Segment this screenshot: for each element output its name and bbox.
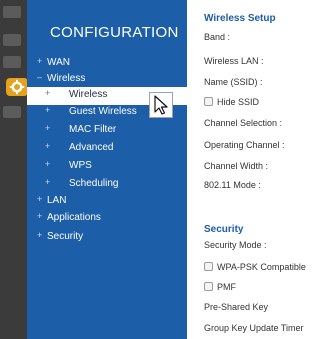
nav-bullet-icon: +: [45, 177, 51, 187]
mode-label: 802.11 Mode :: [204, 180, 261, 190]
hide-ssid-option[interactable]: Hide SSID: [204, 97, 259, 107]
nav-bullet-icon: +: [45, 159, 51, 169]
nav-bullet-icon: +: [45, 123, 51, 133]
channel-selection-label: Channel Selection :: [204, 118, 283, 128]
nav-bullet-icon: +: [37, 211, 43, 221]
operating-channel-label: Operating Channel :: [204, 140, 285, 150]
pre-shared-key-label: Pre-Shared Key: [204, 302, 269, 312]
wireless-setup-heading: Wireless Setup: [204, 13, 276, 24]
wireless-lan-label: Wireless LAN :: [204, 56, 264, 66]
nav-bullet-icon: +: [45, 88, 51, 98]
pmf-checkbox[interactable]: [204, 282, 213, 291]
nav-item-lan[interactable]: + LAN: [27, 193, 187, 211]
toolbar-icon: [3, 56, 21, 68]
pmf-option[interactable]: PMF: [204, 282, 236, 292]
security-heading: Security: [204, 224, 244, 235]
nav-item-advanced[interactable]: + Advanced: [27, 140, 187, 158]
mouse-cursor-icon: [154, 95, 168, 115]
nav-bullet-icon: +: [37, 194, 43, 204]
wireless-settings-panel: Wireless Setup Band : Wireless LAN : Nam…: [187, 0, 326, 339]
gear-icon: [9, 79, 25, 95]
hide-ssid-label: Hide SSID: [217, 97, 260, 107]
settings-gear-icon[interactable]: [6, 78, 28, 96]
toolbar-icon: [3, 34, 21, 46]
sidebar-title: CONFIGURATION: [50, 24, 179, 41]
side-toolbar: [0, 0, 27, 339]
toolbar-icon: [3, 106, 21, 118]
nav-bullet-icon: +: [45, 141, 51, 151]
wpa-psk-compatible-checkbox[interactable]: [204, 262, 213, 271]
toolbar-icon: [3, 6, 21, 18]
wpa-psk-compatible-option[interactable]: WPA-PSK Compatible: [204, 262, 306, 272]
band-label: Band :: [204, 32, 231, 42]
nav-item-scheduling[interactable]: + Scheduling: [27, 176, 187, 194]
security-mode-label: Security Mode :: [204, 240, 267, 250]
nav-bullet-icon: +: [37, 230, 43, 240]
nav-bullet-icon: +: [37, 56, 43, 66]
nav-bullet-icon: +: [45, 105, 51, 115]
group-key-update-timer-label: Group Key Update Timer: [204, 323, 304, 333]
channel-width-label: Channel Width :: [204, 161, 269, 171]
pmf-label: PMF: [217, 282, 236, 292]
mouse-cursor: [149, 92, 173, 118]
nav-item-security[interactable]: + Security: [27, 229, 187, 247]
nav-item-mac-filter[interactable]: + MAC Filter: [27, 122, 187, 140]
wpa-psk-compatible-label: WPA-PSK Compatible: [217, 262, 306, 272]
hide-ssid-checkbox[interactable]: [204, 97, 213, 106]
nav-bullet-icon: –: [37, 72, 43, 82]
nav-item-wps[interactable]: + WPS: [27, 158, 187, 176]
configuration-sidebar: CONFIGURATION + WAN – Wireless + Wireles…: [27, 0, 187, 339]
nav-item-applications[interactable]: + Applications: [27, 210, 187, 228]
ssid-name-label: Name (SSID) :: [204, 77, 263, 87]
